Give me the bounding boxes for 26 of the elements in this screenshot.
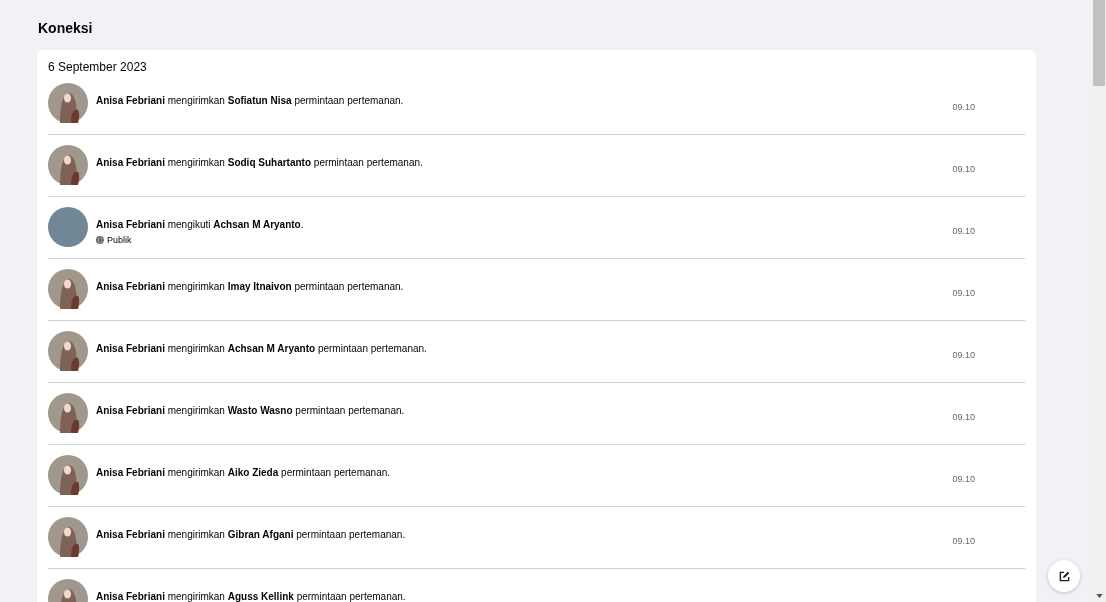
timestamp: 09.10 [952,412,975,423]
activity-text: Anisa Febriani mengirimkan Achsan M Aryanto permintaan pertemanan. [96,342,428,355]
activity-text: Anisa Febriani mengirimkan Gibran Afgani permintaan pertemanan. [96,528,407,541]
timestamp: 09.10 [952,102,975,113]
page-title: Koneksi [38,19,94,38]
globe-icon [96,236,104,244]
timestamp: 09.10 [952,474,975,485]
scroll-down-arrow-icon[interactable] [1096,594,1103,598]
timestamp: 09.10 [952,350,975,361]
scrollbar[interactable] [1093,0,1106,602]
timestamp: 09.10 [952,536,975,547]
timestamp: 09.10 [952,226,975,237]
activity-text: Anisa Febriani mengikuti Achsan M Aryanto. [96,218,305,231]
activity-text: Anisa Febriani mengirimkan Sofiatun Nisa permintaan pertemanan. [96,94,405,107]
activity-text: Anisa Febriani mengirimkan Aiko Zieda permintaan pertemanan. [96,466,392,479]
activity-text: Anisa Febriani mengirimkan Wasto Wasno permintaan pertemanan. [96,404,406,417]
timestamp: 09.10 [952,164,975,175]
date-heading: 6 September 2023 [48,59,148,75]
compose-button[interactable] [1048,560,1080,592]
activity-text: Anisa Febriani mengirimkan Imay Itnaivon permintaan pertemanan. [96,280,405,293]
activity-text: Anisa Febriani mengirimkan Aguss Kellink permintaan pertemanan. [96,590,407,602]
activity-text: Anisa Febriani mengirimkan Sodiq Suhartanto permintaan pertemanan. [96,156,424,169]
privacy-label: Publik [107,234,132,246]
edit-icon [1058,570,1070,582]
timestamp: 09.10 [952,288,975,299]
scrollbar-thumb[interactable] [1093,0,1105,86]
